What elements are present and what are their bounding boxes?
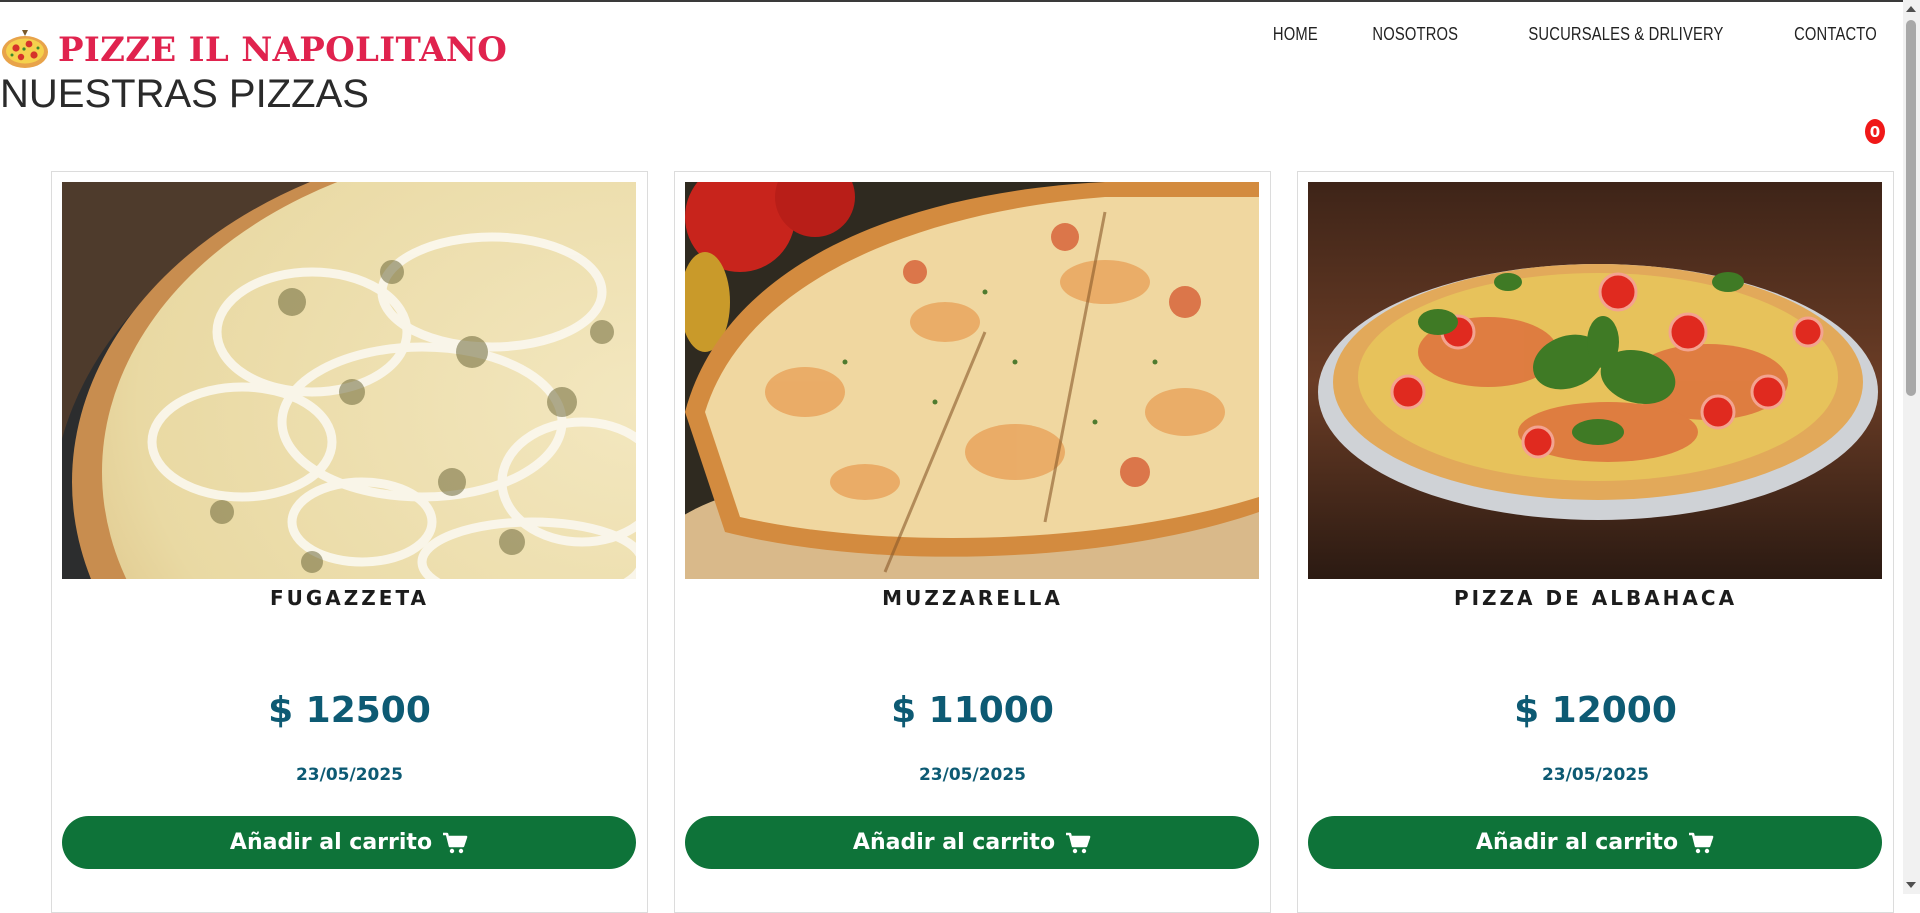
product-price: $ 11000 [891,690,1054,731]
scrollbar-thumb[interactable] [1906,20,1916,396]
scroll-down-arrow-icon[interactable] [1906,882,1916,888]
product-card-fugazzeta: FUGAZZETA $ 12500 23/05/2025 Añadir al c… [51,171,648,913]
brand-name: PIZZE IL NAPOLITANO [58,30,508,70]
product-card-pizza-de-albahaca: PIZZA DE ALBAHACA $ 12000 23/05/2025 Aña… [1297,171,1894,913]
page-title: NUESTRAS PIZZAS [0,72,369,116]
scroll-up-arrow-icon[interactable] [1906,6,1916,12]
shopping-cart-icon [1689,832,1714,853]
product-date: 23/05/2025 [295,765,404,785]
shopping-cart-icon [1066,832,1091,853]
product-price: $ 12000 [1514,690,1677,731]
nav-home[interactable]: HOME [1273,24,1318,45]
product-name: MUZZARELLA [882,586,1063,610]
shopping-cart-icon [443,832,468,853]
add-to-cart-button[interactable]: Añadir al carrito [62,816,636,869]
brand[interactable]: PIZZE IL NAPOLITANO [0,26,507,74]
product-date: 23/05/2025 [1541,765,1650,785]
add-to-cart-button[interactable]: Añadir al carrito [685,816,1259,869]
product-name: PIZZA DE ALBAHACA [1453,586,1738,610]
product-date: 23/05/2025 [918,765,1027,785]
add-to-cart-label: Añadir al carrito [852,830,1056,855]
add-to-cart-label: Añadir al carrito [229,830,433,855]
product-card-muzzarella: MUZZARELLA $ 11000 23/05/2025 Añadir al … [674,171,1271,913]
cart-count-badge[interactable]: 0 [1865,119,1885,144]
main-nav: HOME NOSOTROS SUCURSALES & DRLIVERY CONT… [1268,24,1886,45]
nav-sucursales-delivery[interactable]: SUCURSALES & DRLIVERY [1529,24,1724,45]
product-image-pizza-de-albahaca [1308,182,1882,579]
add-to-cart-button[interactable]: Añadir al carrito [1308,816,1882,869]
add-to-cart-label: Añadir al carrito [1475,830,1679,855]
product-price: $ 12500 [268,690,431,731]
vertical-scrollbar[interactable] [1903,0,1920,894]
product-image-muzzarella [685,182,1259,579]
nav-nosotros[interactable]: NOSOTROS [1372,24,1458,45]
pizza-icon [2,30,48,68]
nav-contacto[interactable]: CONTACTO [1794,24,1877,45]
product-name: FUGAZZETA [269,586,430,610]
browser-top-border [0,0,1920,2]
product-image-fugazzeta [62,182,636,579]
product-grid: FUGAZZETA $ 12500 23/05/2025 Añadir al c… [51,171,1894,913]
